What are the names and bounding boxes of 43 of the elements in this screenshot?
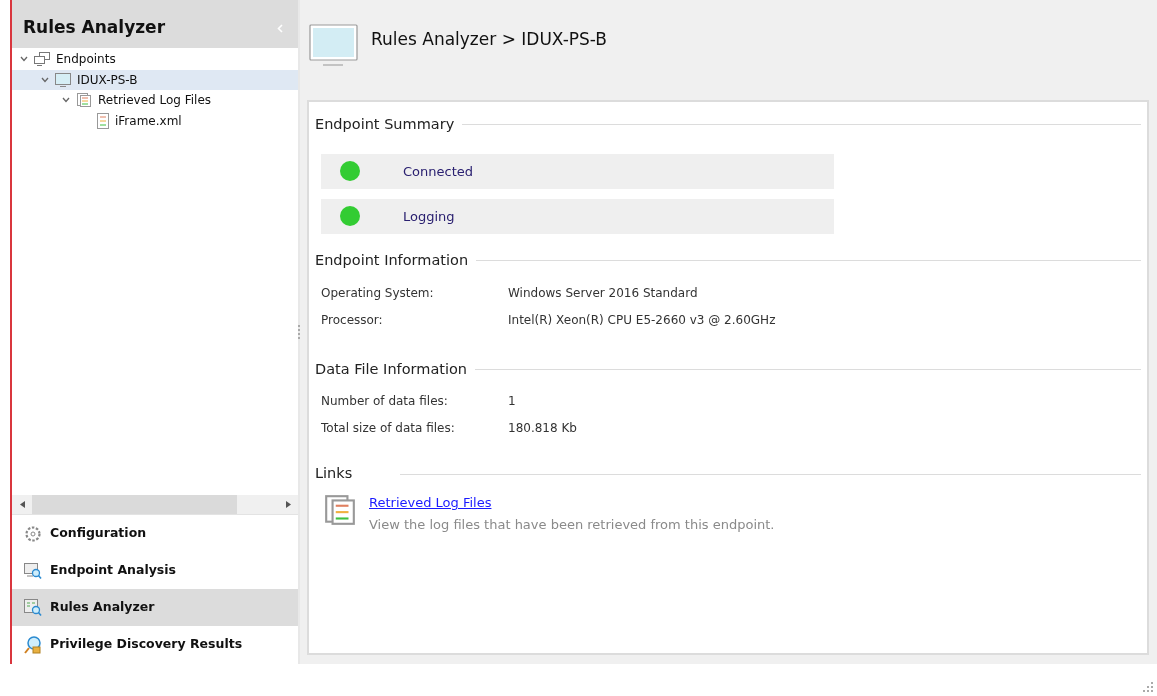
section-title: Endpoint Information (315, 250, 469, 270)
status-label: Logging (403, 207, 455, 226)
nav-item[interactable]: Endpoint Analysis (12, 552, 298, 589)
info-label: Processor: (321, 311, 384, 329)
chevron-down-icon[interactable] (20, 56, 28, 63)
section-title: Links (315, 464, 353, 484)
info-value: Windows Server 2016 Standard (508, 284, 698, 302)
table-search-icon (24, 598, 42, 617)
resize-grip-icon[interactable] (1143, 682, 1153, 692)
page-title: Rules Analyzer > IDUX-PS-B (371, 28, 607, 51)
info-value: 180.818 Kb (508, 420, 577, 438)
info-value: 1 (508, 393, 516, 411)
monitor-icon (309, 23, 359, 67)
info-label: Number of data files: (321, 393, 449, 411)
section-title: Data File Information (315, 359, 468, 379)
info-label: Total size of data files: (321, 420, 456, 438)
nav-item[interactable]: Rules Analyzer (12, 589, 298, 626)
link-description: View the log files that have been retrieved from this endpoint. (369, 515, 775, 534)
log-files-icon (323, 493, 357, 527)
nav-item[interactable]: Configuration (12, 515, 298, 552)
tree-item[interactable]: Endpoints (12, 49, 298, 70)
scroll-left-icon[interactable] (19, 501, 25, 508)
tree-item[interactable]: IDUX-PS-B (12, 69, 298, 90)
scroll-right-icon[interactable] (285, 501, 291, 508)
monitor-search-icon (24, 561, 42, 580)
log-files-icon (76, 92, 92, 109)
tree-item[interactable]: iFrame.xml (12, 110, 298, 131)
section-title: Endpoint Summary (315, 115, 455, 134)
retrieved-log-files-link[interactable]: Retrieved Log Files (369, 493, 492, 513)
info-label: Operating System: (321, 284, 435, 302)
tree-item[interactable]: Retrieved Log Files (12, 90, 298, 111)
info-value: Intel(R) Xeon(R) CPU E5-2660 v3 @ 2.60GHz (508, 311, 776, 329)
chevron-down-icon[interactable] (41, 76, 49, 83)
sidebar-title: Rules Analyzer (23, 16, 166, 40)
horizontal-scrollbar[interactable] (12, 495, 298, 515)
search-lock-icon (24, 635, 42, 654)
status-label: Connected (403, 162, 473, 181)
nav-item[interactable]: Privilege Discovery Results (12, 626, 298, 663)
monitor-icon (55, 72, 71, 87)
file-icon (97, 112, 109, 129)
gear-icon (24, 524, 42, 543)
computers-icon (34, 52, 50, 67)
chevron-down-icon[interactable] (62, 97, 70, 104)
